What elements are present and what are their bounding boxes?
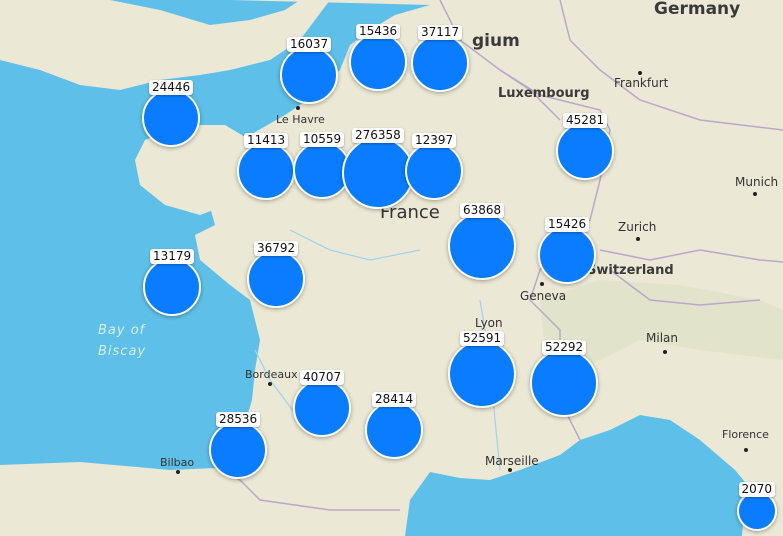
label-lyon: Lyon: [475, 316, 503, 330]
cluster-marker[interactable]: [405, 142, 463, 200]
cluster-count-label: 16037: [287, 37, 332, 52]
cluster-count-label: 2070: [738, 482, 776, 497]
cluster-marker[interactable]: [538, 226, 596, 284]
label-bordeaux: Bordeaux: [245, 368, 298, 381]
cluster-marker[interactable]: [143, 258, 201, 316]
cluster-marker[interactable]: [293, 379, 351, 437]
city-dot-le-havre: [296, 106, 300, 110]
map-canvas[interactable]: Germany gium Luxembourg France Switzerla…: [0, 0, 783, 536]
cluster-count-label: 15436: [356, 24, 401, 39]
cluster-count-label: 36792: [254, 241, 299, 256]
cluster-marker[interactable]: [209, 421, 267, 479]
city-dot-milan: [663, 350, 667, 354]
label-germany: Germany: [654, 0, 741, 19]
label-bilbao: Bilbao: [160, 456, 195, 469]
cluster-count-label: 37117: [418, 25, 463, 40]
cluster-marker[interactable]: [530, 349, 598, 417]
label-geneva: Geneva: [520, 289, 567, 303]
cluster-marker[interactable]: [247, 250, 305, 308]
cluster-marker[interactable]: [349, 33, 407, 91]
city-dot-bordeaux: [268, 382, 272, 386]
label-milan: Milan: [646, 331, 678, 345]
label-luxembourg: Luxembourg: [498, 86, 590, 101]
cluster-marker[interactable]: [142, 89, 200, 147]
cluster-count-label: 24446: [149, 80, 194, 95]
label-bay-of-biscay-2: Biscay: [98, 344, 147, 359]
cluster-count-label: 52292: [542, 340, 587, 355]
label-belgium: gium: [472, 31, 520, 51]
cluster-marker[interactable]: [737, 491, 777, 531]
label-marseille: Marseille: [485, 454, 539, 468]
cluster-count-label: 28414: [372, 392, 417, 407]
city-dot-bilbao: [176, 470, 180, 474]
city-dot-munich: [753, 192, 757, 196]
cluster-marker[interactable]: [448, 340, 516, 408]
cluster-marker[interactable]: [411, 34, 469, 92]
cluster-count-label: 276358: [352, 128, 404, 143]
cluster-marker[interactable]: [556, 122, 614, 180]
cluster-count-label: 45281: [563, 113, 608, 128]
cluster-marker[interactable]: [342, 137, 414, 209]
city-dot-frankfurt: [638, 71, 642, 75]
cluster-count-label: 40707: [300, 370, 345, 385]
cluster-count-label: 15426: [545, 217, 590, 232]
cluster-count-label: 63868: [460, 203, 505, 218]
cluster-count-label: 10559: [300, 132, 345, 147]
cluster-count-label: 11413: [244, 133, 289, 148]
cluster-count-label: 28536: [216, 412, 261, 427]
city-dot-florence: [744, 448, 748, 452]
cluster-marker[interactable]: [237, 142, 295, 200]
label-frankfurt: Frankfurt: [614, 76, 669, 90]
city-dot-marseille: [508, 468, 512, 472]
cluster-count-label: 52591: [460, 331, 505, 346]
city-dot-zurich: [636, 237, 640, 241]
label-munich: Munich: [735, 175, 779, 189]
label-switzerland: Switzerland: [587, 263, 674, 278]
cluster-count-label: 13179: [150, 249, 195, 264]
label-le-havre: Le Havre: [276, 113, 325, 126]
cluster-marker[interactable]: [365, 401, 423, 459]
cluster-marker[interactable]: [448, 212, 516, 280]
label-florence: Florence: [722, 428, 769, 441]
cluster-marker[interactable]: [280, 46, 338, 104]
cluster-count-label: 12397: [412, 133, 457, 148]
label-zurich: Zurich: [618, 220, 657, 234]
city-dot-geneva: [540, 282, 544, 286]
label-bay-of-biscay-1: Bay of: [98, 323, 146, 338]
